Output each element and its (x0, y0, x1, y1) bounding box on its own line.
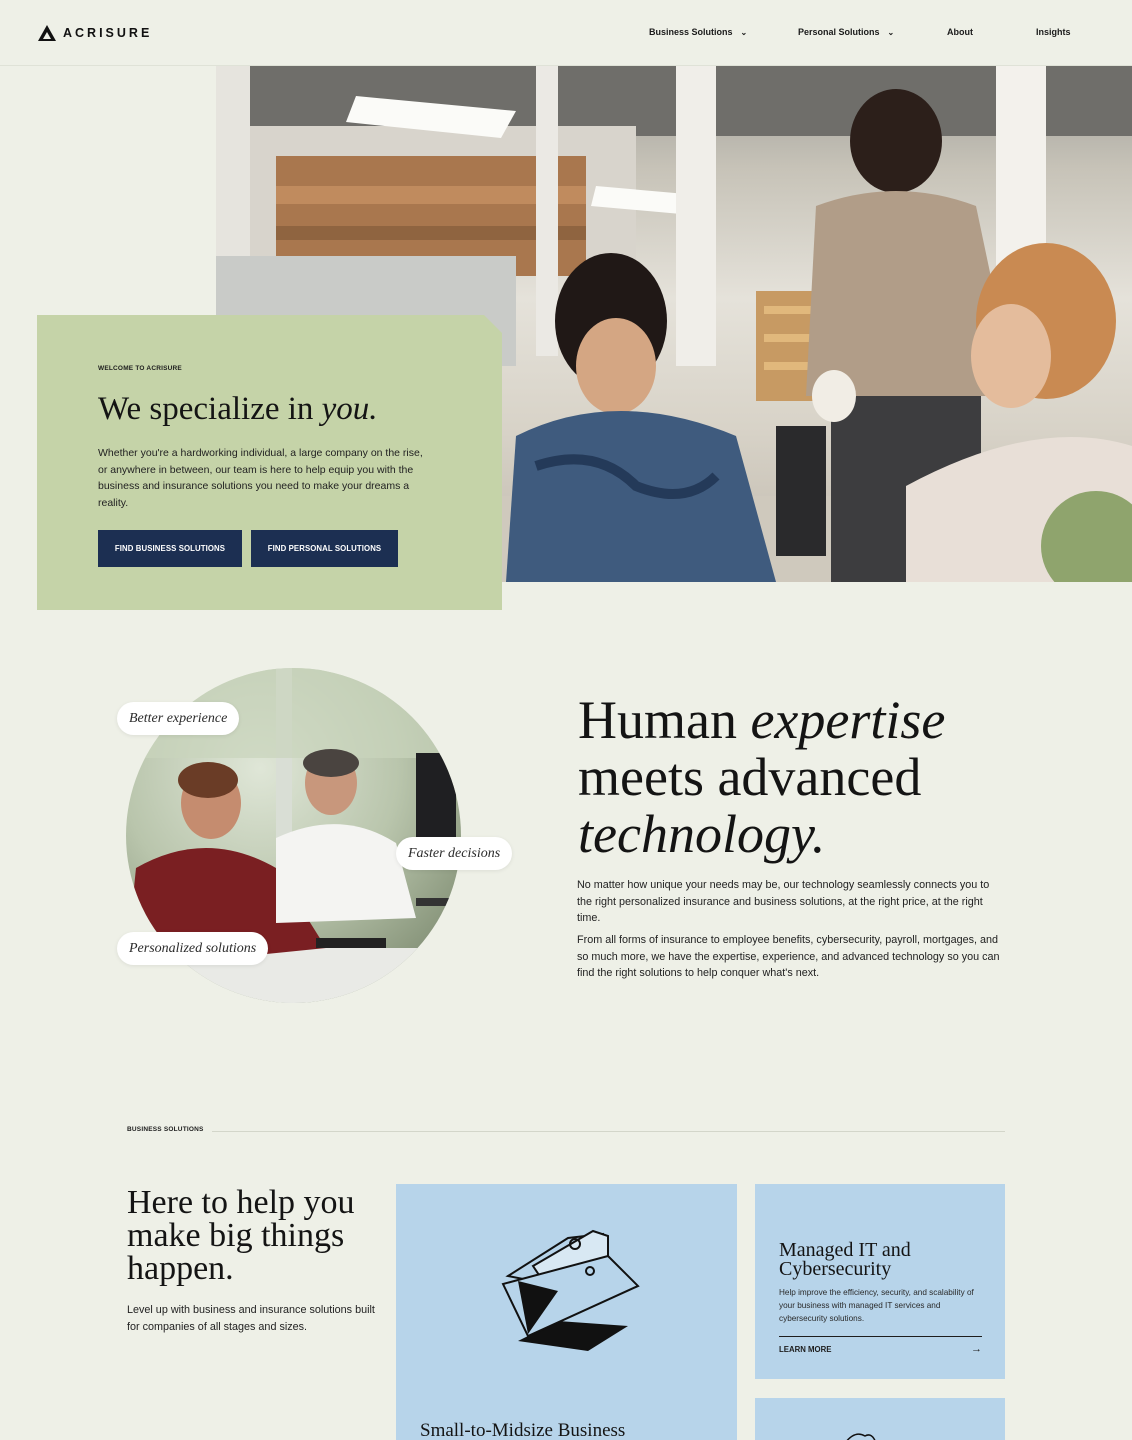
hero-eyebrow: WELCOME TO ACRISURE (98, 365, 182, 372)
card-small-midsize-business[interactable]: Small-to-Midsize Business (396, 1184, 737, 1440)
nav-personal-solutions[interactable]: Personal Solutions ⌄ (798, 27, 894, 37)
nav-insights[interactable]: Insights (1036, 27, 1071, 37)
hero-card: WELCOME TO ACRISURE We specialize in you… (37, 315, 502, 610)
learn-more-link[interactable]: LEARN MORE (779, 1345, 831, 1354)
chevron-down-icon: ⌄ (740, 27, 748, 37)
card-divider (779, 1336, 982, 1337)
card-illustration-icon (846, 1433, 876, 1440)
folder-icon (501, 1229, 640, 1351)
card-body: Help improve the efficiency, security, a… (779, 1288, 974, 1323)
expertise-paragraph-1: No matter how unique your needs may be, … (577, 879, 990, 924)
business-solutions-label: BUSINESS SOLUTIONS (127, 1126, 204, 1133)
acrisure-logo-icon (38, 25, 56, 41)
logo-text: ACRISURE (63, 26, 153, 40)
pill-personalized-solutions: Personalized solutions (117, 932, 269, 965)
find-business-solutions-button[interactable]: FIND BUSINESS SOLUTIONS (98, 530, 242, 567)
title-meets: meets advanced (578, 747, 922, 807)
card-title: Small-to-Midsize Business (420, 1420, 626, 1440)
hero-title: We specialize in you. (98, 391, 378, 428)
nav-business-solutions[interactable]: Business Solutions ⌄ (649, 27, 747, 37)
section-divider (212, 1131, 1005, 1132)
chevron-down-icon: ⌄ (887, 27, 895, 37)
title-expertise: expertise (750, 690, 946, 750)
nav-label: About (947, 27, 973, 37)
card-title: Managed IT and Cybersecurity (779, 1239, 911, 1280)
acrisure-logo[interactable]: ACRISURE (37, 24, 152, 42)
hero-body: Whether you're a hardworking individual,… (98, 447, 423, 509)
nav-label: Personal Solutions (798, 27, 880, 37)
title-technology: technology. (578, 804, 826, 864)
expertise-paragraph-2: From all forms of insurance to employee … (577, 934, 1000, 979)
pill-faster-decisions: Faster decisions (396, 837, 513, 870)
card-next-solution[interactable] (755, 1398, 1005, 1440)
pill-better-experience: Better experience (117, 702, 240, 735)
hero-title-text: We specialize in (98, 391, 322, 427)
business-body: Level up with business and insurance sol… (127, 1304, 375, 1333)
nav-about[interactable]: About (947, 27, 973, 37)
business-title: Here to help you make big things happen. (127, 1184, 355, 1287)
title-human: Human (578, 690, 751, 750)
expertise-title: Human expertise meets advanced technolog… (578, 692, 945, 863)
nav-label: Insights (1036, 27, 1071, 37)
nav-label: Business Solutions (649, 27, 733, 37)
arrow-right-icon[interactable]: → (971, 1343, 982, 1355)
card-managed-it-cybersecurity[interactable]: Managed IT and Cybersecurity Help improv… (755, 1184, 1005, 1379)
hero-title-emphasis: you. (321, 391, 378, 427)
find-personal-solutions-button[interactable]: FIND PERSONAL SOLUTIONS (251, 530, 398, 567)
site-header: ACRISURE Business Solutions ⌄ Personal So… (0, 0, 1132, 66)
